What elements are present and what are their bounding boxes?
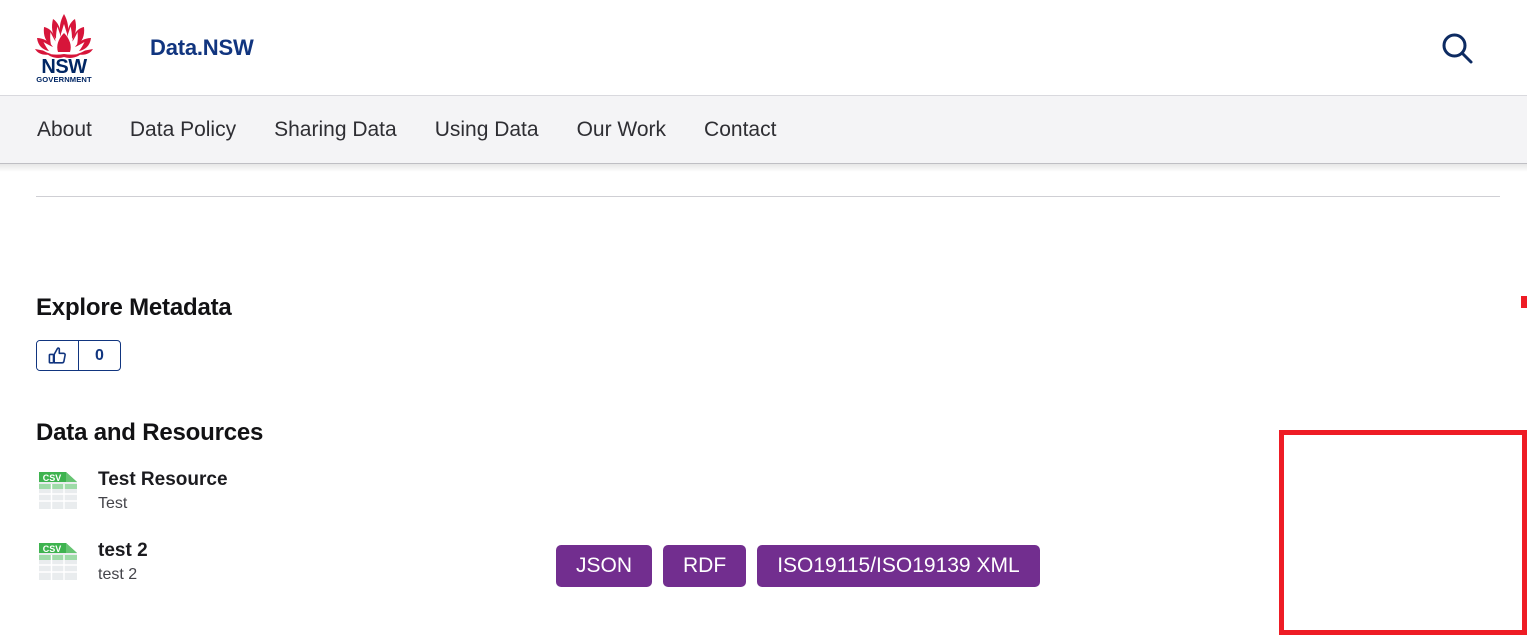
waratah-logo-icon: NSW GOVERNMENT xyxy=(35,13,93,83)
csv-file-icon: CSV xyxy=(36,468,80,512)
search-button[interactable] xyxy=(1435,26,1479,70)
annotation-edge-mark xyxy=(1521,296,1527,308)
resource-list-item[interactable]: CSV test 2 test 2 xyxy=(36,539,936,584)
main-navigation: About Data Policy Sharing Data Using Dat… xyxy=(0,95,1527,172)
svg-text:CSV: CSV xyxy=(43,544,62,554)
svg-text:GOVERNMENT: GOVERNMENT xyxy=(36,75,92,83)
nav-item-sharing-data[interactable]: Sharing Data xyxy=(255,118,416,142)
resource-name[interactable]: Test Resource xyxy=(98,469,228,490)
like-widget: 0 xyxy=(36,340,121,371)
svg-text:CSV: CSV xyxy=(43,473,62,483)
nav-item-our-work[interactable]: Our Work xyxy=(558,118,685,142)
resource-description: Test xyxy=(98,494,128,512)
page-content: Explore Metadata 0 JSON RDF ISO19115/ISO… xyxy=(0,196,1527,639)
resource-list-item[interactable]: CSV Test Resource Test xyxy=(36,468,936,513)
like-button[interactable] xyxy=(37,341,79,370)
explore-metadata-section: Explore Metadata 0 xyxy=(36,294,232,371)
nav-item-data-policy[interactable]: Data Policy xyxy=(111,118,255,142)
like-count: 0 xyxy=(95,346,104,364)
data-and-resources-heading: Data and Resources xyxy=(36,419,264,446)
thumbs-up-icon xyxy=(48,346,66,364)
content-divider xyxy=(36,196,1500,197)
site-header: NSW GOVERNMENT Data.NSW xyxy=(0,0,1527,95)
annotation-edge-mark xyxy=(1522,525,1527,535)
nsw-government-logo[interactable]: NSW GOVERNMENT xyxy=(28,11,100,85)
annotation-edge-mark xyxy=(1522,557,1527,567)
resource-list: CSV Test Resource Test CSV test 2 test 2 xyxy=(36,468,936,584)
resource-description: test 2 xyxy=(98,565,138,583)
explore-metadata-heading: Explore Metadata xyxy=(36,294,232,321)
nav-item-contact[interactable]: Contact xyxy=(685,118,795,142)
nav-item-about[interactable]: About xyxy=(18,118,111,142)
search-icon xyxy=(1442,33,1473,63)
csv-file-icon: CSV xyxy=(36,539,80,583)
nav-item-using-data[interactable]: Using Data xyxy=(416,118,558,142)
data-and-resources-section: Data and Resources CSV Test Resource Tes… xyxy=(36,419,936,610)
resource-name[interactable]: test 2 xyxy=(98,540,148,561)
site-brand-title[interactable]: Data.NSW xyxy=(150,35,254,61)
